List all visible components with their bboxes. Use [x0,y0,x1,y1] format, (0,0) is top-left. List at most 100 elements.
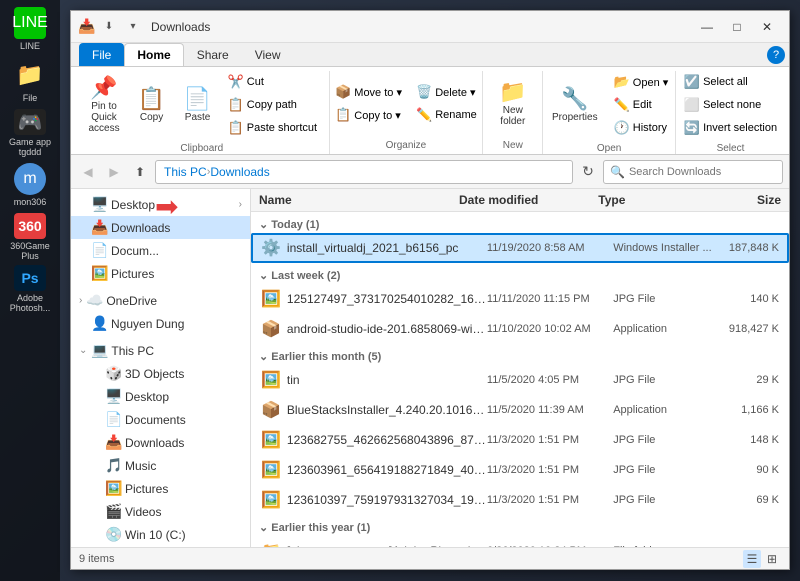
ribbon-small-col: ✂️ Cut 📋 Copy path 📋 Paste shortcut [223,71,323,139]
quick-access-btn[interactable]: ⬇ [99,17,119,37]
file-item-bluestacks[interactable]: 📦 BlueStacksInstaller_4.240.20.1016_nati… [251,395,789,425]
help-button[interactable]: ? [767,46,785,64]
col-header-name[interactable]: Name [259,193,459,207]
tab-home[interactable]: Home [124,43,183,66]
title-controls: — □ ✕ [693,17,781,37]
move-to-button[interactable]: 📦 Move to ▾ [330,81,407,103]
ribbon: 📌 Pin to Quickaccess 📋 Copy 📄 Paste ✂️ [71,67,789,155]
title-bar: 📥 ⬇ ▾ Downloads — □ ✕ [71,11,789,43]
desktop2-icon: 🖥️ [105,388,121,405]
invert-selection-button[interactable]: 🔄 Invert selection [679,117,782,139]
img1-type: JPG File [613,293,716,305]
sidebar-item-music[interactable]: 🎵 Music [71,454,250,477]
img2-size: 148 K [716,434,779,446]
sidebar-item-desktop2[interactable]: 🖥️ Desktop [71,385,250,408]
file-item-photoshop[interactable]: 📁 [phanmemgoc.com]Adobe.Photoshop.2... 6… [251,536,789,547]
pin-quick-access-button[interactable]: 📌 Pin to Quickaccess [81,72,126,139]
large-icons-view-button[interactable]: ⊞ [763,550,781,568]
group-earlier-month-expand[interactable]: ⌄ [259,351,271,363]
file-item-virtualdj[interactable]: ⚙️ install_virtualdj_2021_b6156_pc 11/19… [251,233,789,263]
taskbar-icon-game[interactable]: 🎮 Game apptgddd [6,109,54,157]
minimize-button[interactable]: — [693,17,721,37]
tab-share[interactable]: Share [184,43,242,66]
select-none-icon: ⬜ [684,97,700,113]
img4-size: 69 K [716,494,779,506]
search-input[interactable] [629,166,776,178]
properties-button[interactable]: 🔧 Properties [545,83,605,128]
paste-shortcut-button[interactable]: 📋 Paste shortcut [223,117,323,139]
delete-button[interactable]: 🗑️ Delete ▾ [411,81,482,103]
refresh-button[interactable]: ↻ [577,161,599,183]
sidebar-item-documents[interactable]: 📄 Docum... [71,239,250,262]
col-header-date[interactable]: Date modified [459,193,598,207]
android-studio-name: android-studio-ide-201.6858069-windows [287,322,487,336]
copy-button[interactable]: 📋 Copy [131,83,173,128]
bluestacks-name: BlueStacksInstaller_4.240.20.1016_native… [287,403,487,417]
properties-icon: 🔧 [561,88,588,110]
downloads-icon: 📥 [91,219,107,236]
maximize-button[interactable]: □ [723,17,751,37]
taskbar-icon-file[interactable]: 📁 File [6,57,54,105]
3d-icon: 🎲 [105,365,121,382]
virtualdj-date: 11/19/2020 8:58 AM [487,242,613,254]
sidebar-item-pictures2[interactable]: 🖼️ Pictures [71,477,250,500]
file-item-tin[interactable]: 🖼️ tin 11/5/2020 4:05 PM JPG File 29 K [251,365,789,395]
sidebar-item-documents2[interactable]: 📄 Documents [71,408,250,431]
videos-icon: 🎬 [105,503,121,520]
breadcrumb-this-pc[interactable]: This PC [164,165,207,179]
history-button[interactable]: 🕐 History [609,117,674,139]
close-button[interactable]: ✕ [753,17,781,37]
up-button[interactable]: ⬆ [129,161,151,183]
nguyendung-icon: 👤 [91,315,107,332]
img4-name: 123610397_759197931327034_1957915148... [287,493,487,507]
breadcrumb-downloads[interactable]: Downloads [210,165,269,179]
organize-col2: 🗑️ Delete ▾ ✏️ Rename [411,81,482,126]
sidebar-item-pictures[interactable]: 🖼️ Pictures [71,262,250,285]
group-earlier-year-expand[interactable]: ⌄ [259,522,271,534]
rename-button[interactable]: ✏️ Rename [411,104,482,126]
file-item-img4[interactable]: 🖼️ 123610397_759197931327034_1957915148.… [251,485,789,515]
search-box[interactable]: 🔍 [603,160,783,184]
select-all-button[interactable]: ☑️ Select all [679,71,782,93]
col-header-size[interactable]: Size [711,193,781,207]
sidebar-item-this-pc[interactable]: ⌄ 💻 This PC [71,339,250,362]
taskbar-icon-line[interactable]: LINE LINE [6,5,54,53]
forward-button[interactable]: ▶ [103,161,125,183]
new-folder-icon: 📁 [499,81,526,103]
documents2-icon: 📄 [105,411,121,428]
file-item-android-studio[interactable]: 📦 android-studio-ide-201.6858069-windows… [251,314,789,344]
cut-button[interactable]: ✂️ Cut [223,71,323,93]
col-header-type[interactable]: Type [598,193,711,207]
file-item-img3[interactable]: 🖼️ 123603961_656419188271849_4098198623.… [251,455,789,485]
file-item-img1[interactable]: 🖼️ 125127497_373170254010282_1649154498.… [251,284,789,314]
img3-name: 123603961_656419188271849_4098198623... [287,463,487,477]
sidebar-item-videos[interactable]: 🎬 Videos [71,500,250,523]
sidebar-item-3d[interactable]: 🎲 3D Objects [71,362,250,385]
taskbar-icon-mon306[interactable]: m mon306 [6,161,54,209]
sidebar-item-label-win10c: Win 10 (C:) [125,528,242,542]
address-path[interactable]: This PC › Downloads [155,160,573,184]
group-today-expand[interactable]: ⌄ [259,219,271,231]
taskbar-icon-adobe[interactable]: Ps AdobePhotosh... [6,265,54,313]
copy-to-button[interactable]: 📋 Copy to ▾ [330,104,407,126]
edit-button[interactable]: ✏️ Edit [609,94,674,116]
sidebar-item-nguyendung[interactable]: 👤 Nguyen Dung [71,312,250,335]
details-view-button[interactable]: ☰ [743,550,761,568]
group-last-week-expand[interactable]: ⌄ [259,270,271,282]
copy-path-button[interactable]: 📋 Copy path [223,94,323,116]
customize-quick-access[interactable]: ▾ [123,17,143,37]
sidebar-item-downloads2[interactable]: 📥 Downloads [71,431,250,454]
open-button[interactable]: 📂 Open ▾ [609,71,674,93]
view-buttons: ☰ ⊞ [743,550,781,568]
new-folder-button[interactable]: 📁 Newfolder [492,76,534,132]
tin-size: 29 K [716,374,779,386]
select-none-button[interactable]: ⬜ Select none [679,94,782,116]
taskbar-icon-360game[interactable]: 360 360GamePlus [6,213,54,261]
file-item-img2[interactable]: 🖼️ 123682755_462662568043896_8773039184.… [251,425,789,455]
tab-file[interactable]: File [79,43,124,66]
back-button[interactable]: ◀ [77,161,99,183]
sidebar-item-onedrive[interactable]: › ☁️ OneDrive [71,289,250,312]
paste-button[interactable]: 📄 Paste [177,83,219,128]
sidebar-item-win10c[interactable]: 💿 Win 10 (C:) [71,523,250,546]
tab-view[interactable]: View [242,43,294,66]
